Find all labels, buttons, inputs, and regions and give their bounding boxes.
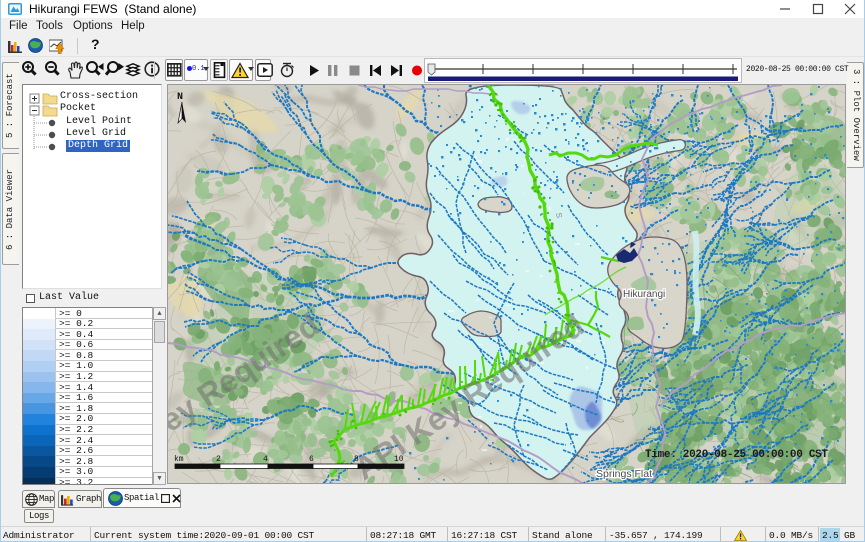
svg-text:Springs Flat: Springs Flat (596, 468, 652, 480)
svg-text:4: 4 (263, 455, 268, 464)
svg-text:km: km (174, 455, 184, 464)
svg-text:6: 6 (309, 455, 314, 464)
svg-text:Hikurangi: Hikurangi (623, 289, 665, 300)
svg-text:8: 8 (354, 455, 359, 464)
svg-text:N: N (177, 92, 183, 103)
svg-text:Time: 2020-08-25 00:00:00 CST: Time: 2020-08-25 00:00:00 CST (645, 449, 828, 461)
svg-text:10: 10 (394, 455, 404, 464)
svg-text:2: 2 (216, 455, 221, 464)
